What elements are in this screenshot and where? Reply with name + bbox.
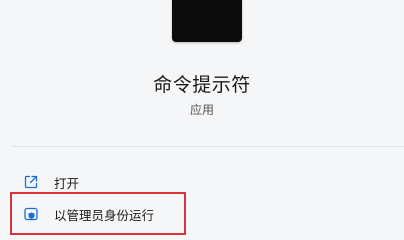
app-type-label: 应用 — [189, 103, 214, 117]
search-preview-pane: 命令提示符 应用 打开 以管理员身份运行 — [0, 0, 404, 240]
divider — [12, 146, 404, 147]
open-external-icon — [22, 173, 40, 191]
open-action-label: 打开 — [54, 175, 80, 191]
app-title: 命令提示符 — [153, 74, 251, 96]
open-action[interactable]: 打开 — [22, 171, 79, 193]
highlight-box — [10, 192, 186, 235]
command-prompt-icon — [172, 0, 242, 42]
